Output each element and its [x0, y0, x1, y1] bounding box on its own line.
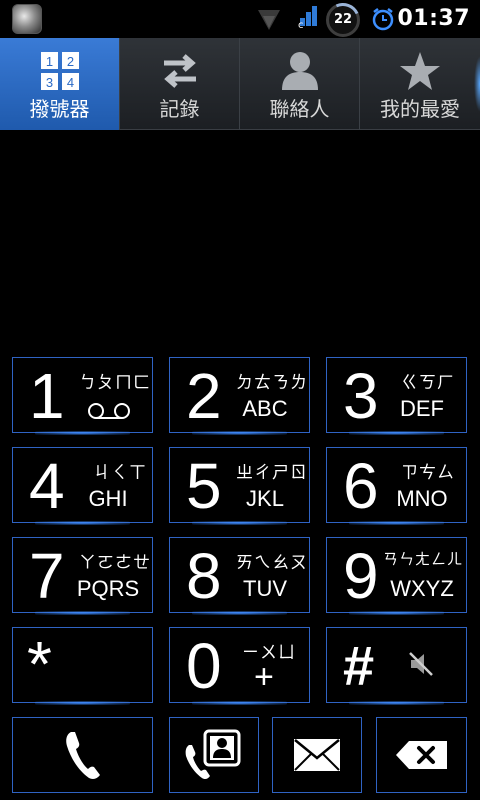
- status-bar: c 22 01:37: [0, 0, 480, 42]
- tab-label: 撥號器: [29, 97, 90, 121]
- battery-level: 22: [333, 12, 353, 27]
- key-digit: 0: [186, 630, 222, 702]
- phone-call-icon: [65, 732, 100, 779]
- dialpad-grid-icon: 1 2 3 4: [0, 48, 119, 94]
- tab-dialer[interactable]: 1 2 3 4 撥號器: [0, 38, 120, 130]
- swap-arrows-icon: [120, 48, 239, 94]
- key-letters: WXYZ: [390, 576, 454, 601]
- key-digit: 8: [186, 540, 222, 612]
- key-letters: +: [254, 658, 274, 696]
- key-2[interactable]: 2 ㄉㄊㄋㄌ ABC: [169, 357, 310, 435]
- tab-bar: 1 2 3 4 撥號器 記錄 聯絡人 我的最愛: [0, 38, 480, 130]
- person-icon: [240, 48, 359, 94]
- key-bopomofo: ㄅㄆㄇㄈ: [79, 373, 151, 393]
- key-digit: 7: [29, 540, 65, 612]
- key-4[interactable]: 4 ㄐㄑㄒ GHI: [12, 447, 153, 525]
- key-bopomofo: ㄢㄣㄤㄥㄦ: [383, 550, 464, 568]
- key-letters: DEF: [400, 396, 444, 421]
- backspace-button[interactable]: [376, 717, 467, 793]
- call-button[interactable]: [12, 717, 153, 793]
- key-digit: 9: [343, 540, 379, 612]
- tab-call-log[interactable]: 記錄: [120, 38, 240, 130]
- key-letters: TUV: [243, 576, 287, 601]
- key-0[interactable]: 0 ㄧㄨㄩ +: [169, 627, 310, 705]
- key-bopomofo: ㄐㄑㄒ: [93, 463, 147, 483]
- key-digit: 2: [186, 360, 222, 432]
- tab-favorites[interactable]: 我的最愛: [360, 38, 480, 130]
- voicemail-icon: [88, 403, 130, 419]
- key-bopomofo: ㄉㄊㄋㄌ: [236, 373, 308, 393]
- carrier-badge: c: [298, 20, 304, 31]
- key-1[interactable]: 1 ㄅㄆㄇㄈ: [12, 357, 153, 435]
- svg-text:4: 4: [66, 75, 73, 90]
- key-8[interactable]: 8 ㄞㄟㄠㄡ TUV: [169, 537, 310, 615]
- tab-contacts[interactable]: 聯絡人: [240, 38, 360, 130]
- key-6[interactable]: 6 ㄗㄘㄙ MNO: [326, 447, 467, 525]
- alarm-icon: [372, 8, 394, 31]
- key-star[interactable]: *: [12, 627, 153, 705]
- key-digit: 5: [186, 450, 222, 522]
- mute-icon: [409, 652, 433, 676]
- key-letters: JKL: [246, 486, 284, 511]
- key-9[interactable]: 9 ㄢㄣㄤㄥㄦ WXYZ: [326, 537, 467, 615]
- tab-label: 我的最愛: [380, 97, 460, 121]
- key-letters: PQRS: [76, 576, 140, 601]
- contacts-call-button[interactable]: [169, 717, 259, 793]
- svg-text:2: 2: [66, 54, 73, 69]
- key-bopomofo: ㄞㄟㄠㄡ: [236, 553, 308, 573]
- key-letters: MNO: [396, 486, 448, 511]
- phone-contacts-icon: [185, 729, 241, 780]
- backspace-icon: [395, 741, 447, 769]
- key-digit: 6: [343, 450, 379, 522]
- key-digit: 1: [29, 360, 65, 432]
- tab-label: 聯絡人: [269, 97, 330, 121]
- tab-label: 記錄: [159, 97, 200, 121]
- key-letters: GHI: [88, 486, 128, 511]
- envelope-icon: [294, 739, 340, 771]
- star-icon: [360, 48, 480, 94]
- message-button[interactable]: [272, 717, 362, 793]
- key-letters: ABC: [242, 396, 288, 421]
- key-digit: *: [27, 628, 52, 700]
- key-bopomofo: ㄍㄎㄏ: [401, 373, 455, 393]
- key-3[interactable]: 3 ㄍㄎㄏ DEF: [326, 357, 467, 435]
- signal-icon: [258, 10, 280, 30]
- svg-text:1: 1: [45, 54, 52, 69]
- clock: 01:37: [397, 6, 470, 31]
- app-orb-icon: [12, 4, 42, 34]
- svg-text:3: 3: [45, 75, 52, 90]
- key-bopomofo: ㄗㄘㄙ: [401, 463, 455, 483]
- key-7[interactable]: 7 ㄚㄛㄜㄝ PQRS: [12, 537, 153, 615]
- scroll-edge-glow: [474, 56, 480, 112]
- key-digit: 4: [29, 450, 65, 522]
- key-bopomofo: ㄓㄔㄕㄖ: [236, 463, 308, 483]
- key-digit: #: [343, 634, 375, 697]
- key-bopomofo: ㄚㄛㄜㄝ: [79, 553, 151, 573]
- key-digit: 3: [343, 360, 379, 432]
- battery-circle-icon: 22: [321, 0, 365, 42]
- data-icon: c: [298, 4, 320, 34]
- key-5[interactable]: 5 ㄓㄔㄕㄖ JKL: [169, 447, 310, 525]
- key-hash[interactable]: #: [326, 627, 467, 705]
